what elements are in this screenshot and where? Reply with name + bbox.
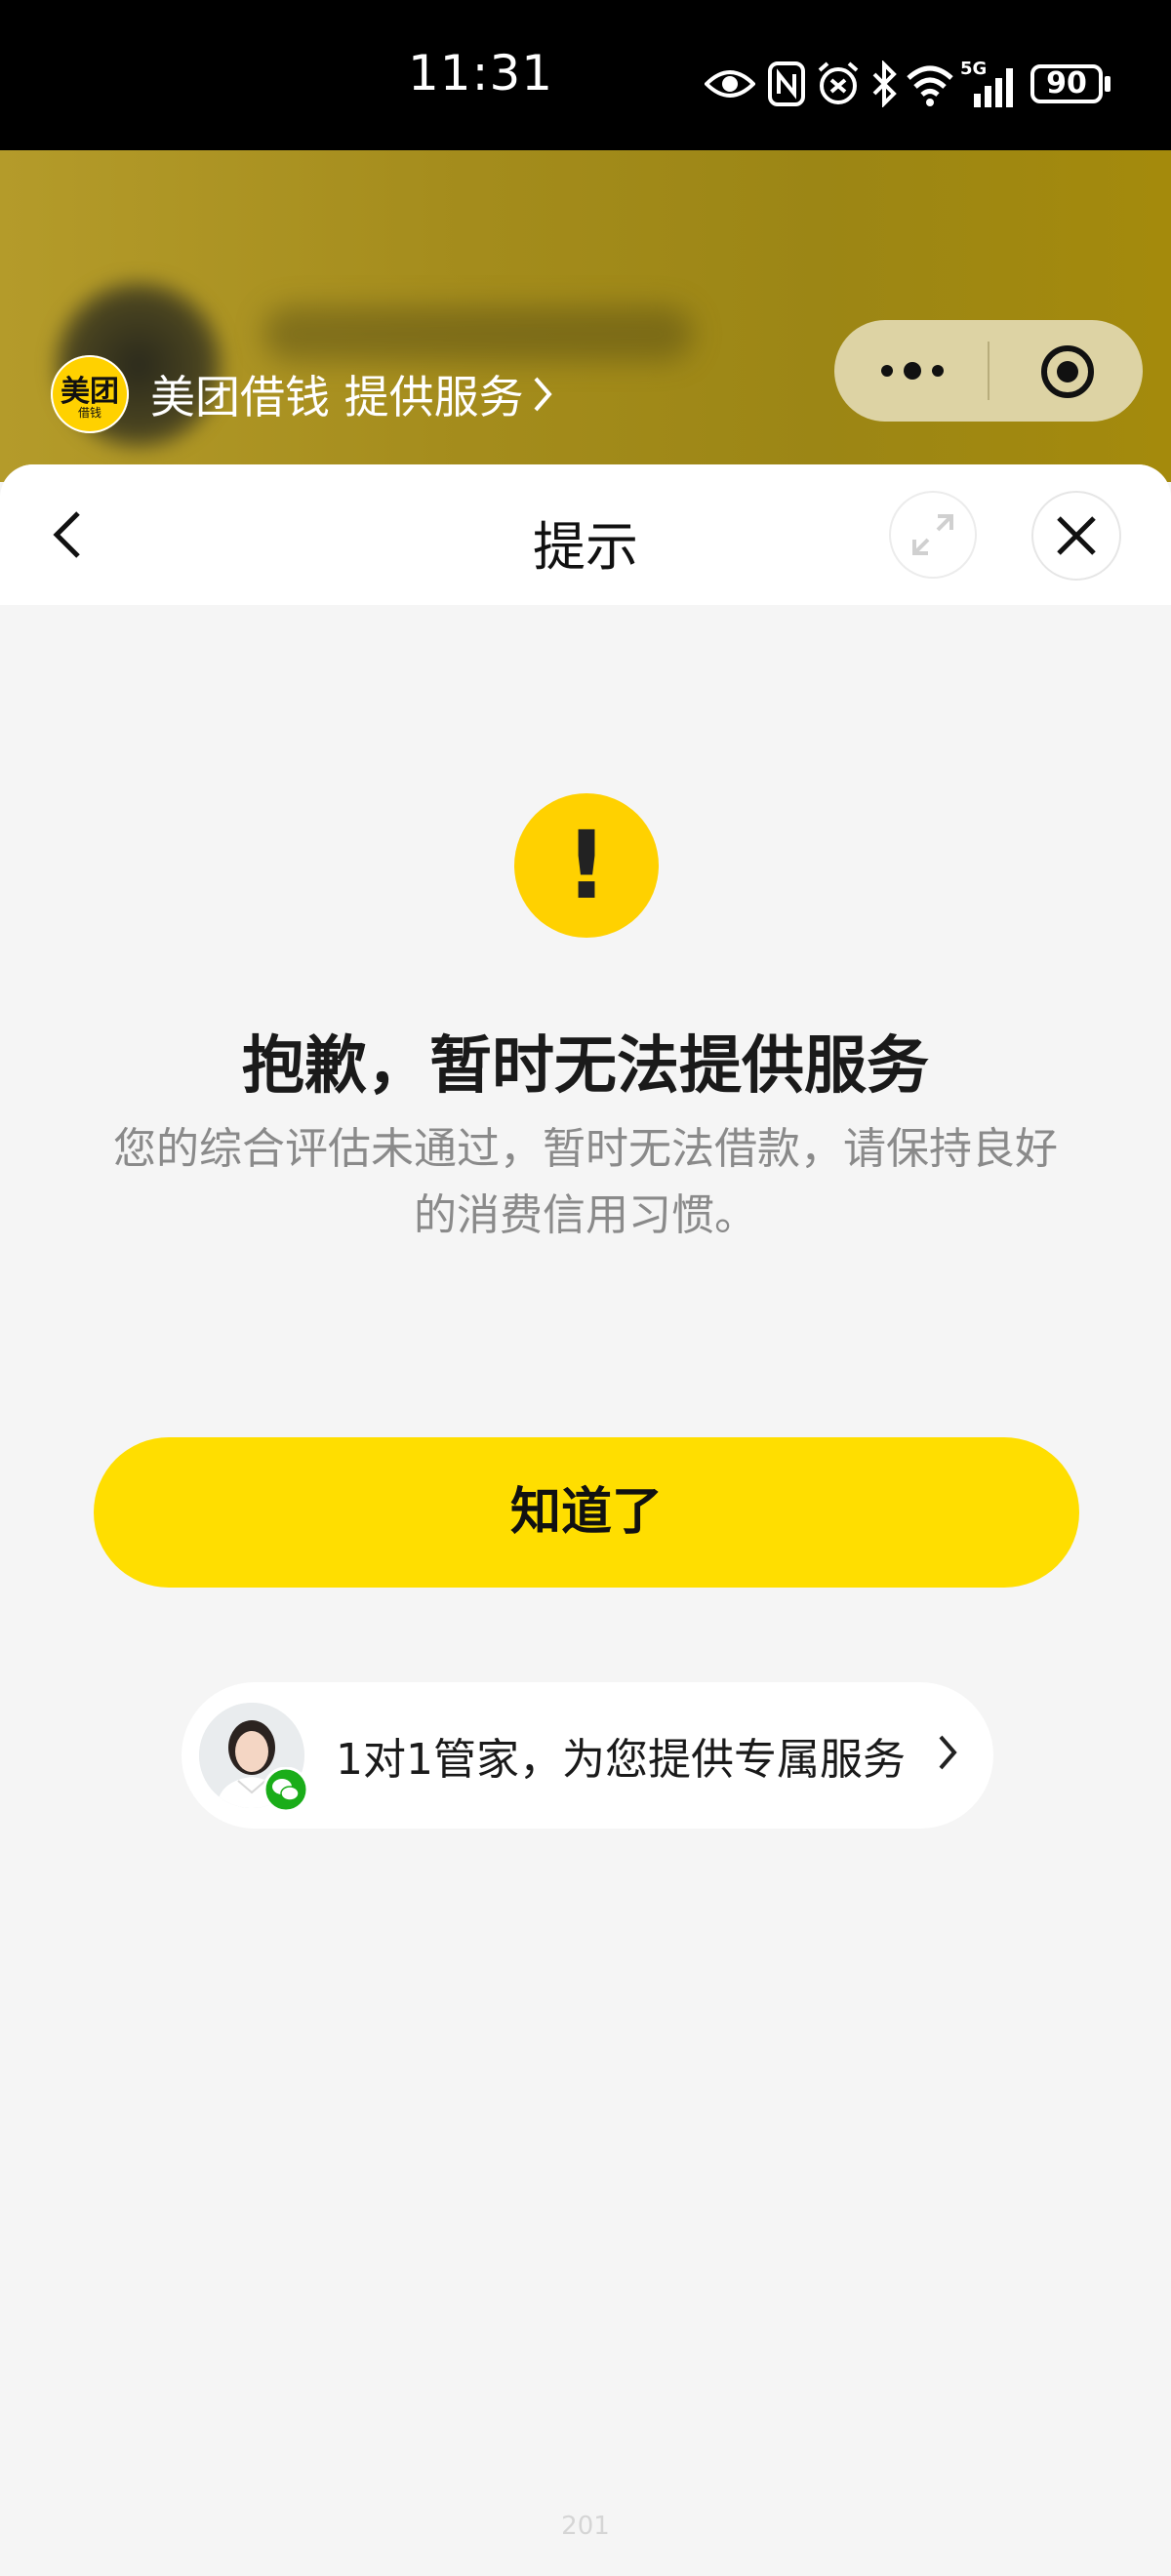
status-time: 11:31	[408, 45, 554, 101]
wifi-icon	[907, 65, 953, 106]
close-icon	[1057, 516, 1096, 555]
expand-icon	[912, 514, 953, 555]
logo-sub-text: 借钱	[77, 406, 101, 420]
close-miniprogram-icon[interactable]	[1039, 343, 1096, 400]
result-title: 抱歉，暂时无法提供服务	[242, 1030, 929, 1103]
wechat-icon	[263, 1767, 308, 1812]
mini-program-capsule	[834, 320, 1143, 422]
mini-program-header: 美团 借钱 美团借钱 提供服务	[0, 150, 1171, 482]
network-type: 5G	[960, 59, 987, 79]
ok-button[interactable]: 知道了	[94, 1437, 1079, 1588]
nfc-icon	[768, 61, 805, 106]
meituan-logo-icon: 美团 借钱	[51, 355, 129, 433]
bluetooth-icon	[872, 60, 897, 107]
more-dots-icon[interactable]	[877, 359, 948, 382]
page-title: 提示	[533, 516, 638, 578]
result-description: 您的综合评估未通过，暂时无法借款，请保持良好的消费信用习惯。	[113, 1124, 1058, 1240]
butler-service-label: 1对1管家，为您提供专属服务	[336, 1735, 906, 1785]
battery-tip	[1105, 76, 1110, 92]
dialog-sheet: 提示 ! 抱歉，暂时无法提供服务 您的综合评估未通过，暂时无法借款，请保持良好的…	[0, 464, 1171, 2576]
signal-icon: 5G	[960, 59, 1013, 107]
chevron-right-icon	[534, 377, 552, 412]
battery-level: 90	[1046, 66, 1087, 101]
provider-link[interactable]: 美团 借钱 美团借钱 提供服务	[51, 355, 553, 433]
close-button[interactable]	[1031, 491, 1121, 581]
agent-avatar	[199, 1703, 308, 1812]
navbar: 提示	[0, 464, 1171, 605]
capsule-divider	[988, 342, 989, 400]
battery-icon: 90	[1030, 64, 1103, 103]
status-bar: 11:31 5G 90	[0, 0, 1171, 150]
warning-icon: !	[514, 793, 659, 938]
blurred-username	[263, 306, 693, 361]
page-code: 201	[561, 2512, 610, 2541]
expand-button[interactable]	[889, 491, 977, 579]
provider-text: 美团借钱 提供服务	[150, 371, 524, 423]
eye-icon	[705, 70, 755, 98]
alarm-icon	[818, 61, 859, 104]
chevron-right-icon	[939, 1735, 957, 1770]
butler-service-button[interactable]: 1对1管家，为您提供专属服务	[182, 1682, 993, 1829]
